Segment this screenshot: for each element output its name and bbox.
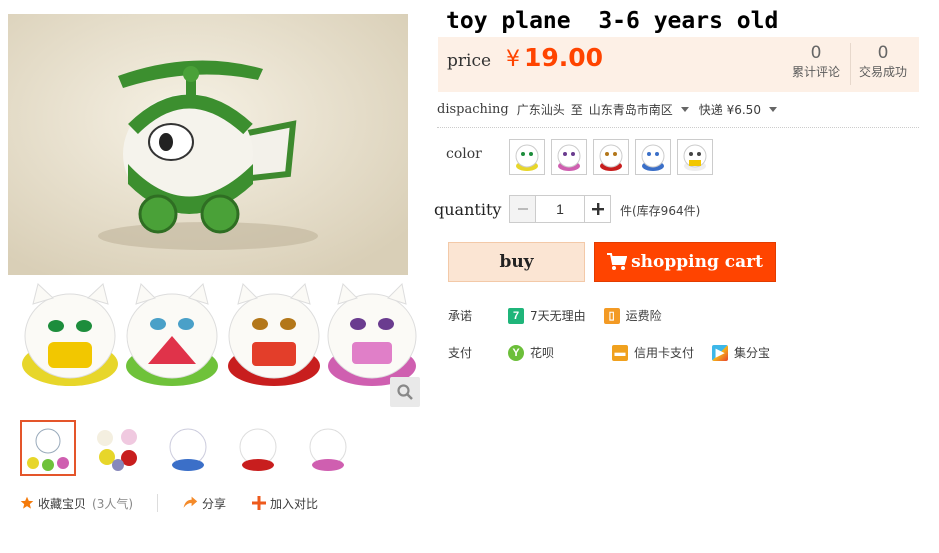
- favorite-count: (3人气): [92, 496, 134, 511]
- divider: [437, 127, 919, 128]
- currency-symbol: ¥: [506, 47, 520, 72]
- plus-icon: [591, 203, 604, 215]
- credit-card-label: 信用卡支付: [634, 346, 695, 360]
- seven-day-label: 7天无理由: [530, 309, 586, 323]
- color-label: color: [446, 146, 482, 162]
- green-cat-figure: [126, 283, 218, 386]
- cart-icon: [607, 253, 628, 270]
- huabei-icon: Y: [508, 344, 524, 361]
- promise-row: 承诺 7 7天无理由 ▯ 运费险: [448, 307, 680, 324]
- dispatch-to-word: 至: [570, 103, 583, 117]
- thumbnail-5[interactable]: [300, 420, 356, 476]
- shipping-insurance[interactable]: ▯ 运费险: [603, 307, 662, 324]
- quantity-input[interactable]: [536, 195, 584, 223]
- increase-button[interactable]: [584, 195, 611, 223]
- color-option-red[interactable]: [593, 139, 629, 175]
- chevron-down-icon[interactable]: [680, 107, 689, 112]
- color-option-yellow[interactable]: [509, 139, 545, 175]
- review-count-stat[interactable]: 0 累计评论: [792, 43, 840, 80]
- buy-label: buy: [499, 252, 534, 272]
- color-option-white[interactable]: [677, 139, 713, 175]
- favorite-link[interactable]: 收藏宝贝 (3人气): [20, 495, 133, 512]
- payment-row: 支付 Y 花呗 ▬ 信用卡支付 ▶ 集分宝: [448, 344, 788, 361]
- color-option-blue[interactable]: [635, 139, 671, 175]
- thumbnail-3[interactable]: [160, 420, 216, 476]
- color-options: [509, 139, 713, 175]
- dispatch-from: 广东汕头: [516, 103, 565, 117]
- jifenbao-payment[interactable]: ▶ 集分宝: [712, 344, 770, 361]
- price-amount: 19.00: [524, 43, 604, 72]
- minus-icon: [517, 208, 528, 210]
- trade-count: 0: [877, 43, 889, 63]
- credit-card-payment[interactable]: ▬ 信用卡支付: [612, 344, 694, 361]
- favorite-label: 收藏宝贝: [38, 496, 87, 511]
- thumbnail-1[interactable]: [20, 420, 76, 476]
- color-option-pink[interactable]: [551, 139, 587, 175]
- red-cat-figure: [228, 283, 320, 386]
- jifenbao-icon: ▶: [712, 344, 729, 361]
- thumbnail-4[interactable]: [230, 420, 286, 476]
- thumbnail-2[interactable]: [90, 420, 146, 476]
- promise-label: 承诺: [448, 309, 473, 323]
- huabei-payment[interactable]: Y 花呗: [508, 344, 554, 361]
- trade-count-stat[interactable]: 0 交易成功: [859, 43, 907, 80]
- shipping-insurance-label: 运费险: [625, 309, 662, 323]
- buy-button[interactable]: buy: [448, 242, 585, 282]
- dispatch-label: dispaching: [437, 102, 509, 117]
- dispatch-row: dispaching 广东汕头 至 山东青岛市南区 快递 ¥6.50: [437, 101, 787, 118]
- price-label: price: [447, 51, 492, 71]
- thumbnail-strip: [20, 420, 356, 476]
- product-title: toy plane 3-6 years old: [446, 8, 779, 34]
- compare-link[interactable]: 加入对比: [252, 495, 318, 512]
- cart-label: shopping cart: [631, 252, 763, 272]
- huabei-label: 花呗: [530, 346, 555, 360]
- share-link[interactable]: 分享: [182, 495, 226, 512]
- review-count: 0: [810, 43, 822, 63]
- stat-divider: [850, 43, 851, 85]
- main-product-image[interactable]: [8, 14, 408, 275]
- yellow-cat-figure: [22, 283, 118, 386]
- jifenbao-label: 集分宝: [734, 346, 771, 360]
- divider: [157, 494, 159, 512]
- compare-label: 加入对比: [270, 496, 319, 511]
- review-count-label: 累计评论: [792, 65, 841, 79]
- chevron-down-icon[interactable]: [768, 107, 777, 112]
- trade-count-label: 交易成功: [859, 65, 908, 79]
- price-value: ¥19.00: [506, 43, 603, 72]
- decrease-button[interactable]: [509, 195, 536, 223]
- toy-plane-illustration: [8, 14, 408, 275]
- shipping-fee-select[interactable]: 快递 ¥6.50: [699, 101, 761, 118]
- stock-info: 件(库存964件): [620, 204, 701, 218]
- lucky-cats-image: [8, 276, 420, 409]
- seven-day-icon: 7: [508, 307, 524, 324]
- star-icon: [20, 496, 34, 509]
- add-to-cart-button[interactable]: shopping cart: [594, 242, 776, 282]
- item-actions: 收藏宝贝 (3人气) 分享 加入对比: [20, 494, 318, 512]
- price-panel: price ¥19.00 0 累计评论 0 交易成功: [438, 37, 919, 92]
- plus-icon: [252, 496, 267, 510]
- share-icon: [183, 496, 198, 508]
- quantity-label: quantity: [434, 200, 502, 219]
- credit-card-icon: ▬: [612, 344, 629, 361]
- pink-cat-figure: [327, 282, 417, 386]
- magnifier-icon: [397, 384, 413, 400]
- payment-label: 支付: [448, 346, 473, 360]
- seven-day-return[interactable]: 7 7天无理由: [508, 307, 586, 324]
- share-label: 分享: [202, 496, 227, 511]
- shipping-insurance-icon: ▯: [603, 307, 620, 324]
- quantity-stepper: [509, 195, 611, 223]
- zoom-button[interactable]: [390, 377, 420, 407]
- destination-select[interactable]: 山东青岛市南区: [589, 101, 673, 118]
